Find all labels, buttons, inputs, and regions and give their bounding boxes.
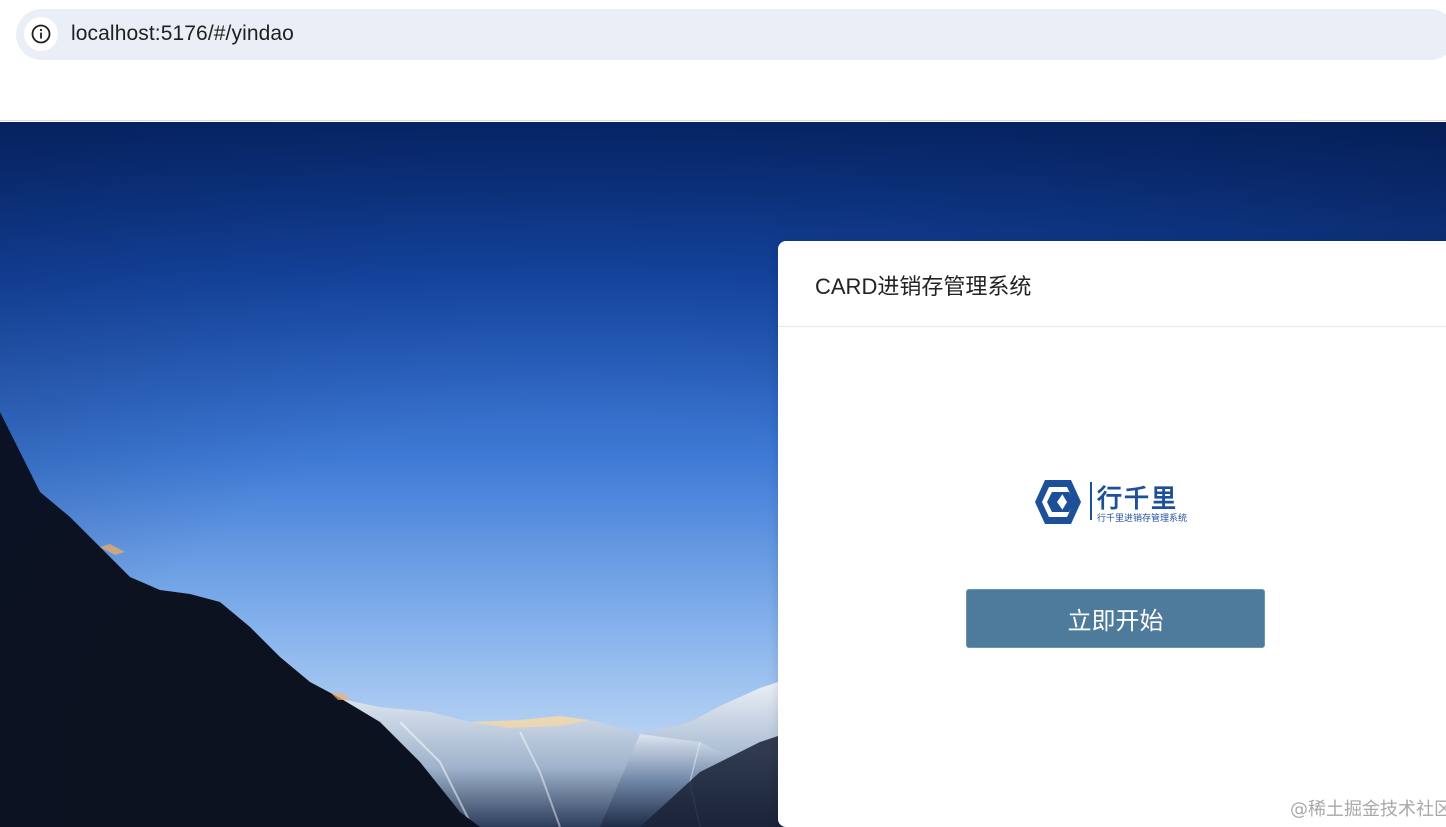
card-title: CARD进销存管理系统 [815, 274, 1032, 299]
info-icon [31, 24, 51, 44]
welcome-card: CARD进销存管理系统 行千里 行千里进销存管理系统 立即开始 @稀土掘金技术社… [778, 241, 1446, 827]
browser-toolbar: localhost:5176/#/yindao [0, 0, 1446, 121]
site-info-button[interactable] [24, 17, 58, 51]
logo-divider [1090, 482, 1092, 520]
address-bar[interactable]: localhost:5176/#/yindao [16, 9, 1446, 60]
url-text[interactable]: localhost:5176/#/yindao [71, 22, 294, 46]
hexagon-logo-icon [1035, 480, 1081, 524]
logo-sub-text: 行千里进销存管理系统 [1097, 514, 1188, 524]
logo-main-text: 行千里 [1097, 484, 1179, 513]
brand-logo: 行千里 行千里进销存管理系统 [1033, 478, 1203, 526]
start-now-button[interactable]: 立即开始 [966, 589, 1265, 648]
card-header: CARD进销存管理系统 [778, 241, 1446, 327]
watermark-text: @稀土掘金技术社区 [1290, 799, 1446, 820]
